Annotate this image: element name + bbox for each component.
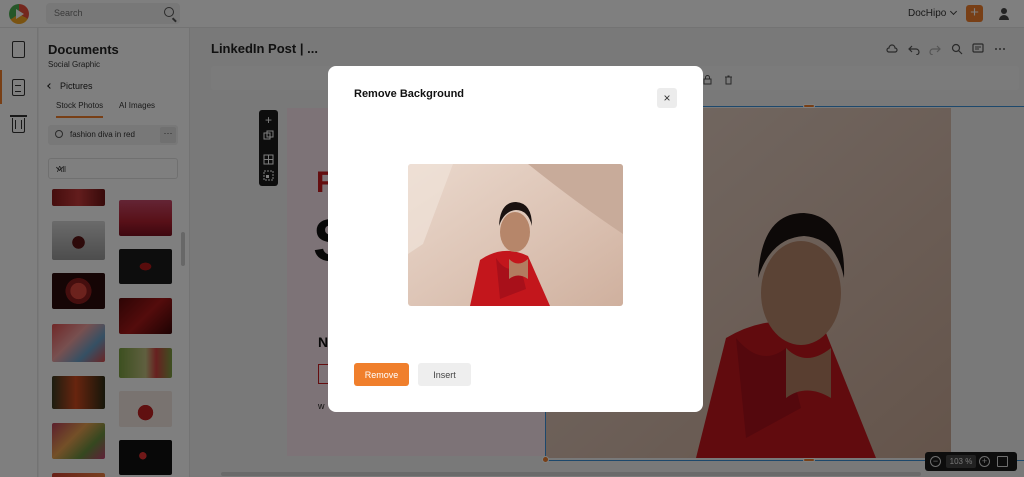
close-button[interactable]: × [657,88,677,108]
remove-background-dialog: Remove Background × Remove Insert [328,66,703,412]
dialog-title: Remove Background [354,88,465,100]
preview-image [408,164,623,306]
insert-button[interactable]: Insert [418,363,471,386]
remove-button[interactable]: Remove [354,363,409,386]
